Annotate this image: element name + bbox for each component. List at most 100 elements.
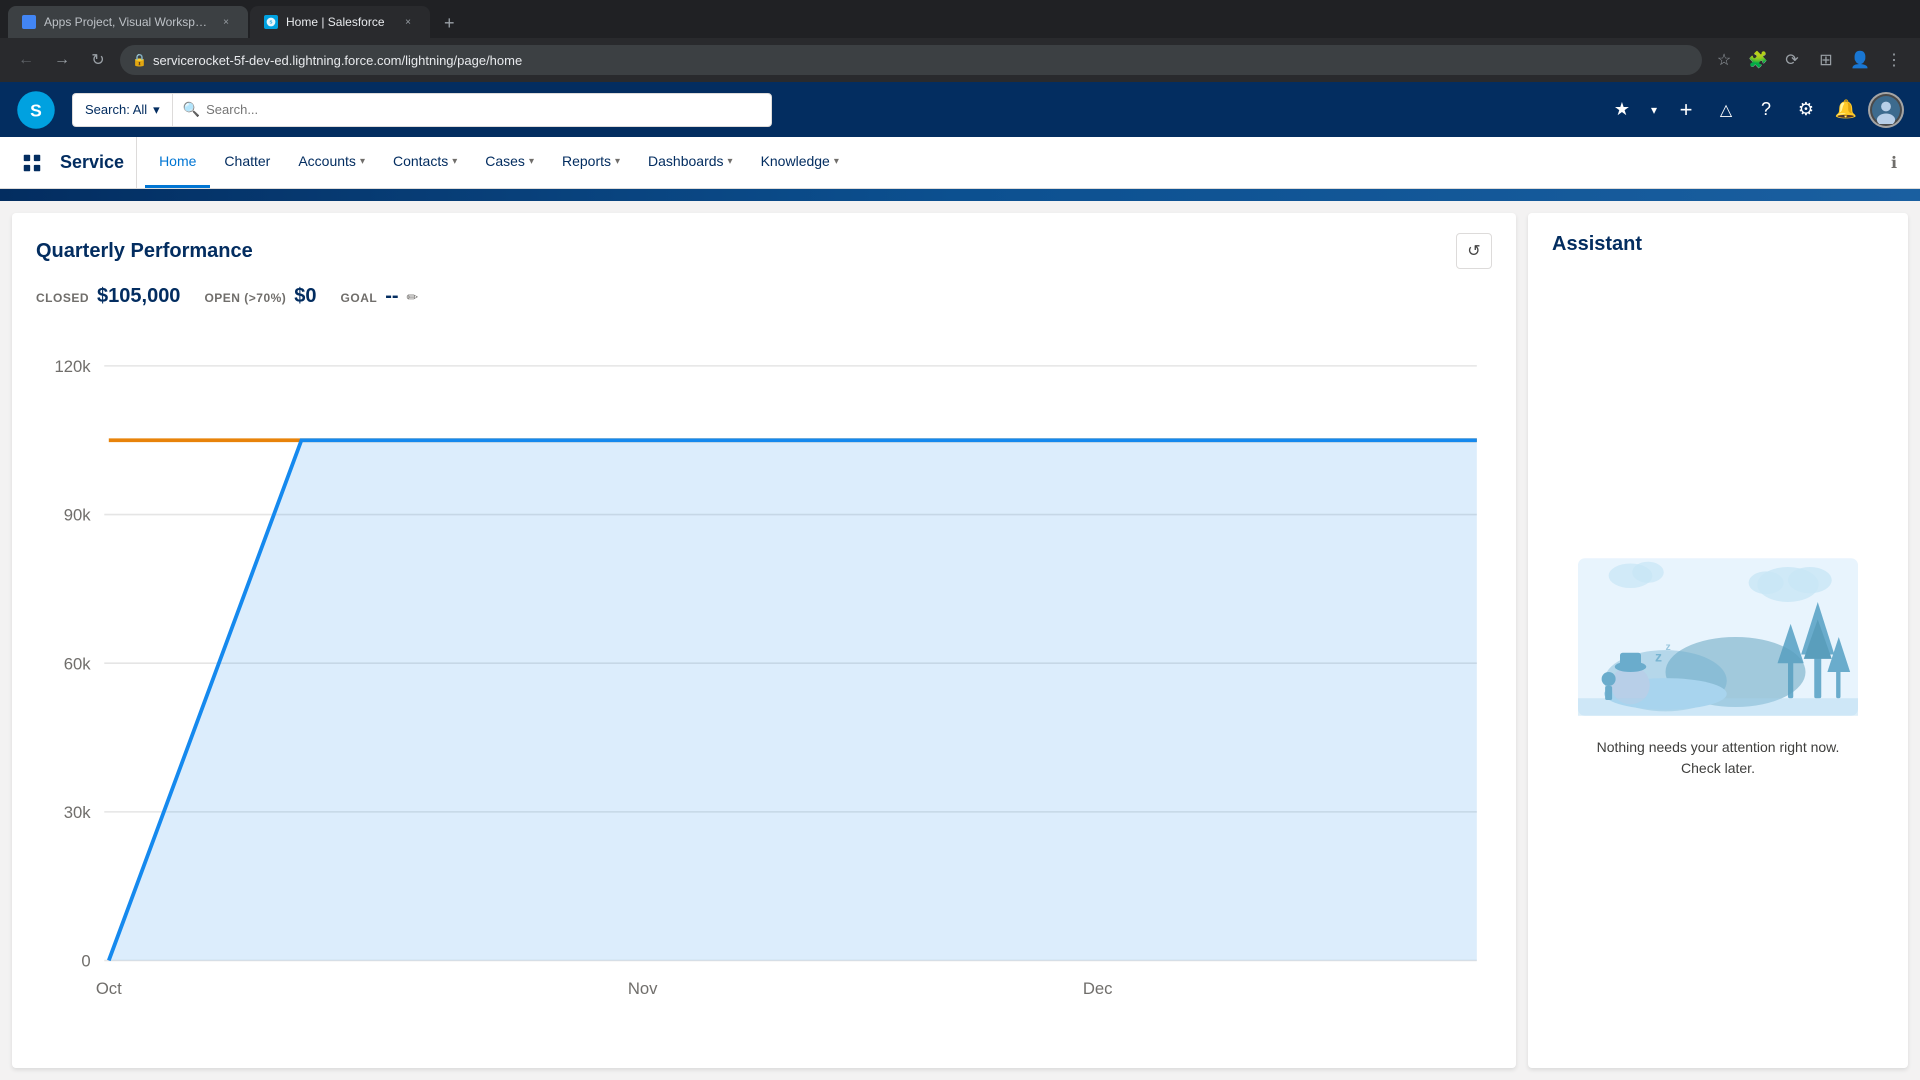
einstein-illustration: z z [1578, 557, 1858, 717]
url-text: servicerocket-5f-dev-ed.lightning.force.… [153, 53, 1690, 68]
nav-item-dashboards[interactable]: Dashboards ▾ [634, 137, 747, 188]
stat-closed: CLOSED $105,000 [36, 285, 180, 308]
apps-grid-button[interactable] [8, 137, 56, 188]
user-avatar[interactable] [1868, 92, 1904, 128]
card-title: Quarterly Performance [36, 240, 253, 263]
nav-item-knowledge[interactable]: Knowledge ▾ [747, 137, 853, 188]
app-name: Service [56, 137, 137, 188]
accounts-dropdown-arrow: ▾ [360, 156, 365, 167]
browser-tabs: Apps Project, Visual Workspace... × S Ho… [0, 0, 1920, 38]
svg-text:S: S [270, 20, 273, 25]
favorites-button[interactable]: ★ [1604, 92, 1640, 128]
assistant-card: Assistant [1528, 213, 1908, 1068]
favorites-dropdown-button[interactable]: ▾ [1644, 92, 1664, 128]
sf-header-actions: ★ ▾ + △ ? ⚙ 🔔 [1604, 92, 1904, 128]
stat-goal: GOAL -- ✏ [341, 285, 419, 308]
salesforce-help-icon[interactable]: △ [1708, 92, 1744, 128]
contacts-dropdown-arrow: ▾ [452, 156, 457, 167]
sf-logo[interactable]: S [16, 90, 56, 130]
grid-icon[interactable]: ⊞ [1812, 46, 1840, 74]
performance-card: Quarterly Performance ↺ CLOSED $105,000 … [12, 213, 1516, 1068]
search-icon: 🔍 [183, 101, 200, 118]
card-header: Quarterly Performance ↺ [12, 213, 1516, 285]
nav-item-accounts[interactable]: Accounts ▾ [284, 137, 379, 188]
reports-dropdown-arrow: ▾ [615, 156, 620, 167]
sf-main: Quarterly Performance ↺ CLOSED $105,000 … [0, 201, 1920, 1080]
sf-app: S Search: All ▾ 🔍 ★ ▾ + △ ? ⚙ 🔔 [0, 82, 1920, 1080]
chart-area: 120k 90k 60k 30k 0 [12, 324, 1516, 1068]
open-label: OPEN (>70%) [204, 291, 286, 305]
nav-item-cases[interactable]: Cases ▾ [471, 137, 548, 188]
svg-text:120k: 120k [54, 357, 91, 376]
svg-text:90k: 90k [64, 506, 92, 525]
setup-button[interactable]: ⚙ [1788, 92, 1824, 128]
svg-text:0: 0 [81, 952, 90, 971]
cases-dropdown-arrow: ▾ [529, 156, 534, 167]
search-input-wrap: 🔍 [172, 93, 772, 127]
nav-item-reports[interactable]: Reports ▾ [548, 137, 634, 188]
assistant-header: Assistant [1528, 213, 1908, 268]
nav-items: Home Chatter Accounts ▾ Contacts ▾ Cases… [145, 137, 1876, 188]
lock-icon: 🔒 [132, 53, 147, 67]
sf-navbar: Service Home Chatter Accounts ▾ Contacts… [0, 137, 1920, 189]
sync-icon[interactable]: ⟳ [1778, 46, 1806, 74]
tab-close-sf[interactable]: × [400, 14, 416, 30]
browser-tab-apps[interactable]: Apps Project, Visual Workspace... × [8, 6, 248, 38]
svg-text:Oct: Oct [96, 979, 122, 998]
svg-text:Dec: Dec [1083, 979, 1113, 998]
goal-label: GOAL [341, 291, 378, 305]
menu-icon[interactable]: ⋮ [1880, 46, 1908, 74]
svg-text:z: z [1666, 641, 1671, 653]
profile-icon[interactable]: 👤 [1846, 46, 1874, 74]
bookmark-star-icon[interactable]: ☆ [1710, 46, 1738, 74]
extension-puzzle-icon[interactable]: 🧩 [1744, 46, 1772, 74]
closed-value: $105,000 [97, 285, 180, 308]
svg-text:z: z [1655, 649, 1662, 665]
stats-row: CLOSED $105,000 OPEN (>70%) $0 GOAL -- ✏ [12, 285, 1516, 324]
nav-item-home[interactable]: Home [145, 137, 210, 188]
performance-chart: 120k 90k 60k 30k 0 [36, 324, 1492, 1068]
svg-text:Nov: Nov [628, 979, 658, 998]
add-new-button[interactable]: + [1668, 92, 1704, 128]
assistant-illustration: z z Nothing needs your attention right n… [1528, 268, 1908, 1068]
search-input[interactable] [206, 102, 761, 117]
tab-title-apps: Apps Project, Visual Workspace... [44, 15, 210, 29]
tab-close-apps[interactable]: × [218, 14, 234, 30]
edit-goal-icon[interactable]: ✏ [407, 289, 419, 306]
sf-header: S Search: All ▾ 🔍 ★ ▾ + △ ? ⚙ 🔔 [0, 82, 1920, 137]
browser-tab-sf[interactable]: S Home | Salesforce × [250, 6, 430, 38]
notifications-button[interactable]: 🔔 [1828, 92, 1864, 128]
goal-value: -- [385, 285, 398, 308]
closed-label: CLOSED [36, 291, 89, 305]
new-tab-button[interactable]: + [436, 9, 463, 38]
help-button[interactable]: ? [1748, 92, 1784, 128]
forward-button[interactable]: → [48, 46, 76, 74]
svg-text:S: S [30, 100, 42, 120]
search-type-dropdown-icon: ▾ [153, 102, 160, 118]
assistant-message: Nothing needs your attention right now. … [1578, 737, 1858, 779]
tab-favicon-sf: S [264, 15, 278, 29]
reload-button[interactable]: ↻ [84, 46, 112, 74]
toolbar-icons: ☆ 🧩 ⟳ ⊞ 👤 ⋮ [1710, 46, 1908, 74]
back-button[interactable]: ← [12, 46, 40, 74]
tab-title-sf: Home | Salesforce [286, 15, 392, 29]
assistant-title: Assistant [1552, 233, 1884, 256]
address-bar[interactable]: 🔒 servicerocket-5f-dev-ed.lightning.forc… [120, 45, 1702, 75]
stat-open: OPEN (>70%) $0 [204, 285, 316, 308]
knowledge-dropdown-arrow: ▾ [834, 156, 839, 167]
nav-item-chatter[interactable]: Chatter [210, 137, 284, 188]
search-type-button[interactable]: Search: All ▾ [72, 93, 172, 127]
nav-info-button[interactable]: ℹ [1876, 137, 1912, 188]
chart-fill-area [109, 440, 1477, 960]
tab-favicon-apps [22, 15, 36, 29]
dashboards-dropdown-arrow: ▾ [728, 156, 733, 167]
svg-text:60k: 60k [64, 654, 92, 673]
sf-banner [0, 189, 1920, 201]
sf-search-bar: Search: All ▾ 🔍 [72, 93, 772, 127]
svg-text:30k: 30k [64, 803, 92, 822]
refresh-button[interactable]: ↺ [1456, 233, 1492, 269]
browser-toolbar: ← → ↻ 🔒 servicerocket-5f-dev-ed.lightnin… [0, 38, 1920, 82]
nav-item-contacts[interactable]: Contacts ▾ [379, 137, 471, 188]
open-value: $0 [294, 285, 316, 308]
browser-chrome: Apps Project, Visual Workspace... × S Ho… [0, 0, 1920, 82]
